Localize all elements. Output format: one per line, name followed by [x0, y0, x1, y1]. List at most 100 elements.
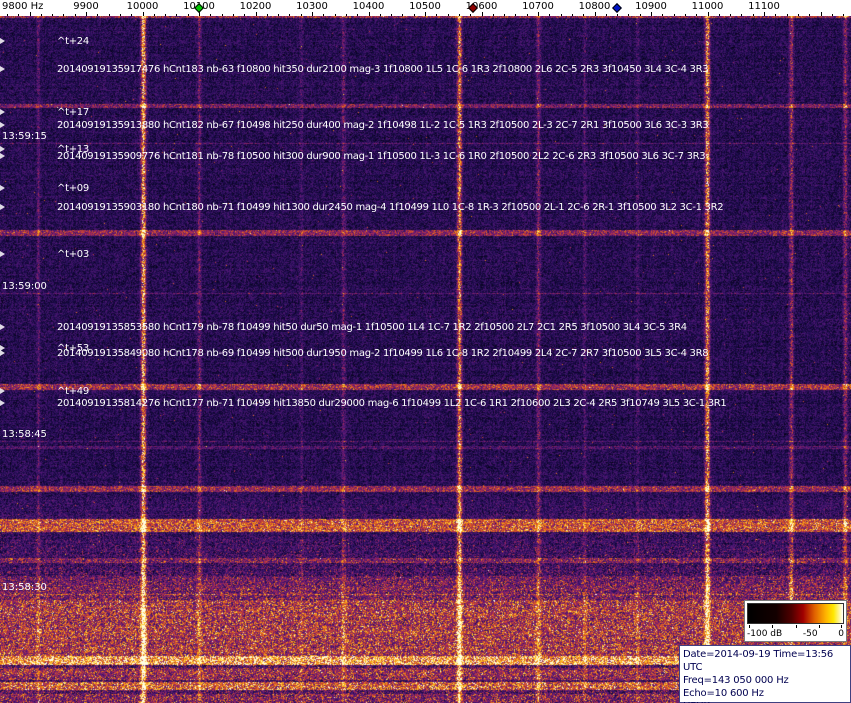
freq-axis-tick [40, 14, 42, 16]
freq-axis-tick [639, 14, 641, 16]
freq-axis-tick [594, 12, 596, 16]
freq-axis-tick [684, 14, 686, 16]
freq-axis-tick [345, 14, 347, 16]
freq-axis-label: 10200 [239, 1, 272, 12]
freq-axis-label: 10300 [296, 1, 328, 12]
freq-axis-tick [86, 12, 87, 16]
freq-axis-label: 10400 [352, 1, 385, 12]
freq-axis-label: 10800 [578, 1, 611, 12]
freq-axis-tick [809, 14, 811, 16]
waterfall-canvas[interactable] [0, 16, 851, 703]
freq-axis-tick [831, 14, 833, 16]
freq-axis-tick [402, 14, 404, 16]
freq-axis-tick [221, 14, 223, 16]
freq-axis-tick [266, 14, 268, 16]
freq-axis-tick [764, 12, 765, 16]
info-frequency: Freq=143 050 000 Hz [683, 675, 789, 686]
freq-axis-tick [323, 14, 325, 16]
freq-axis-label: 10700 [522, 1, 554, 12]
freq-axis-tick [74, 14, 76, 16]
freq-axis-tick [583, 14, 585, 16]
freq-axis-tick [628, 14, 630, 16]
freq-axis-tick [97, 14, 99, 16]
freq-axis-tick [289, 14, 291, 16]
freq-axis-tick [775, 14, 777, 16]
freq-axis-tick [119, 14, 121, 16]
freq-axis-tick [458, 14, 460, 16]
freq-axis-tick [843, 14, 845, 16]
freq-axis-tick [481, 12, 483, 16]
freq-axis-tick [662, 14, 664, 16]
freq-axis-tick [18, 14, 20, 16]
freq-axis-tick [300, 14, 302, 16]
db-scale-legend: -100 dB -50 0 [744, 600, 847, 642]
freq-axis-tick [447, 14, 449, 16]
freq-axis-tick [820, 12, 822, 16]
freq-axis-label: 10900 [635, 1, 667, 12]
status-info-box: Date=2014-09-19 Time=13:56 UTC Freq=143 … [679, 645, 851, 703]
freq-axis-tick [651, 12, 652, 16]
freq-axis-tick [187, 14, 189, 16]
freq-axis-tick [526, 14, 528, 16]
freq-axis-label: 11100 [748, 1, 780, 12]
freq-axis-tick [560, 14, 562, 16]
freq-axis-tick [730, 14, 732, 16]
freq-axis-tick [605, 14, 607, 16]
freq-axis-tick [29, 12, 31, 16]
freq-axis-tick [278, 14, 280, 16]
freq-axis-tick [425, 12, 426, 16]
freq-axis-tick [244, 14, 246, 16]
freq-axis-tick [357, 14, 359, 16]
freq-axis-tick [752, 14, 754, 16]
freq-axis-tick [549, 14, 551, 16]
freq-axis-tick [617, 14, 619, 16]
freq-axis-tick [515, 14, 517, 16]
freq-axis-label: 9800 Hz [2, 1, 44, 12]
marker-blue-diamond-icon[interactable] [612, 3, 623, 13]
freq-axis-label: 11000 [691, 1, 724, 12]
info-date-time: Date=2014-09-19 Time=13:56 UTC [683, 649, 834, 673]
freq-axis-tick [210, 14, 212, 16]
freq-axis-tick [492, 14, 494, 16]
freq-axis-tick [176, 14, 178, 16]
freq-axis-tick [391, 14, 393, 16]
freq-axis-tick [673, 14, 675, 16]
spectrogram-app: 9800 Hz990010000101001020010300104001050… [0, 0, 851, 703]
freq-axis-label: 10000 [126, 1, 159, 12]
freq-axis-tick [797, 14, 799, 16]
freq-axis-tick [786, 14, 788, 16]
freq-axis-tick [504, 14, 506, 16]
freq-axis-tick [165, 14, 167, 16]
freq-axis-tick [52, 14, 54, 16]
freq-axis-label: 10500 [409, 1, 441, 12]
legend-label-max: 0 [838, 629, 844, 639]
freq-axis-tick [153, 14, 155, 16]
freq-axis-tick [741, 14, 743, 16]
freq-axis-label: 9900 [73, 1, 99, 12]
frequency-axis[interactable]: 9800 Hz990010000101001020010300104001050… [0, 0, 851, 16]
freq-axis-tick [63, 14, 65, 16]
color-scale-gradient [747, 603, 844, 624]
freq-axis-tick [718, 14, 720, 16]
freq-axis-tick [334, 14, 336, 16]
freq-axis-tick [232, 14, 234, 16]
freq-axis-tick [142, 12, 144, 16]
freq-axis-tick [538, 12, 539, 16]
legend-label-min: -100 dB [747, 629, 783, 639]
freq-axis-tick [368, 12, 370, 16]
freq-axis-tick [571, 14, 573, 16]
freq-axis-tick [436, 14, 438, 16]
legend-labels: -100 dB -50 0 [747, 628, 844, 640]
freq-axis-tick [255, 12, 257, 16]
legend-label-mid: -50 [802, 629, 818, 639]
freq-axis-tick [108, 14, 110, 16]
freq-axis-tick [470, 14, 472, 16]
freq-axis-tick [6, 14, 8, 16]
freq-axis-tick [707, 12, 709, 16]
freq-axis-tick [379, 14, 381, 16]
info-echo: Echo=10 600 Hz [683, 688, 764, 699]
freq-axis-tick [413, 14, 415, 16]
freq-axis-tick [312, 12, 313, 16]
freq-axis-tick [131, 14, 133, 16]
freq-axis-tick [696, 14, 698, 16]
